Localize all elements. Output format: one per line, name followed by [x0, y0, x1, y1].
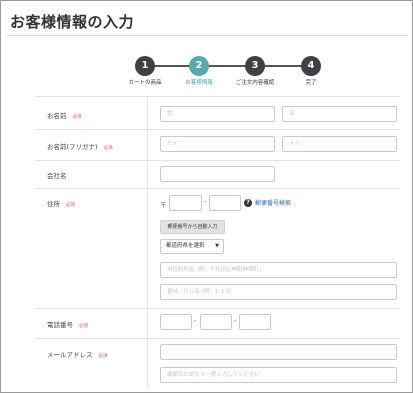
company-input[interactable] — [160, 166, 275, 182]
email-label: メールアドレス 必須 — [47, 351, 108, 359]
postal-autofill-button[interactable]: 郵便番号から自動入力 — [160, 220, 225, 234]
first-name-kana-input[interactable] — [282, 136, 397, 152]
row-divider — [35, 129, 399, 130]
step-4-circle: 4 — [301, 56, 321, 76]
order-form-page: お客様情報の入力 1 2 3 4 カートの商品 お客様情報 ご注文内容確認 完了… — [0, 0, 413, 393]
row-divider — [35, 160, 399, 161]
question-icon: ? — [244, 198, 252, 207]
phone-third-input[interactable] — [239, 314, 271, 330]
prefecture-select[interactable]: 都道府県を選択 ▼ — [160, 239, 224, 254]
row-divider — [35, 188, 399, 189]
email-input[interactable] — [160, 344, 397, 360]
prefecture-select-value: 都道府県を選択 — [166, 243, 205, 249]
last-name-kana-input[interactable] — [160, 136, 275, 152]
postal-mark: 〒 — [160, 201, 167, 209]
required-badge: 必須 — [98, 354, 108, 359]
phone-label: 電話番号 必須 — [47, 321, 88, 329]
step-4-label: 完了 — [305, 80, 317, 86]
email-confirm-input[interactable] — [160, 367, 397, 383]
step-1-label: カートの商品 — [128, 80, 162, 86]
step-2-circle: 2 — [189, 56, 209, 76]
kana-label: お名前(フリガナ) 必須 — [47, 143, 113, 151]
phone-first-input[interactable] — [160, 314, 192, 330]
required-badge: 必須 — [66, 203, 75, 208]
name-label: お名前 必須 — [47, 112, 82, 120]
label-column-divider — [147, 96, 148, 388]
row-divider — [35, 338, 399, 339]
row-divider — [35, 96, 399, 97]
phone-dash: - — [194, 317, 197, 325]
title-divider — [7, 35, 408, 36]
page-title: お客様情報の入力 — [10, 13, 135, 31]
row-divider — [35, 308, 399, 309]
postal-code-second-input[interactable] — [209, 195, 241, 211]
last-name-input[interactable] — [160, 106, 275, 122]
street-input[interactable] — [160, 284, 397, 300]
step-3-label: ご注文内容確認 — [235, 80, 275, 86]
phone-dash: - — [234, 317, 237, 325]
company-label: 会社名 — [47, 172, 67, 180]
phone-second-input[interactable] — [200, 314, 232, 330]
first-name-input[interactable] — [282, 106, 397, 122]
required-badge: 必須 — [72, 115, 82, 120]
required-badge: 必須 — [103, 146, 113, 151]
required-badge: 必須 — [79, 324, 88, 329]
postal-search-link[interactable]: ? 郵便番号検索 — [244, 198, 291, 207]
postal-dash: - — [204, 198, 207, 206]
city-input[interactable] — [160, 262, 397, 278]
step-1-circle: 1 — [135, 56, 155, 76]
postal-search-label: 郵便番号検索 — [255, 200, 292, 207]
address-label: 住所 必須 — [47, 200, 75, 208]
postal-code-first-input[interactable] — [169, 195, 202, 211]
step-3-circle: 3 — [245, 56, 265, 76]
step-2-label: お客様情報 — [185, 80, 213, 86]
chevron-down-icon: ▼ — [215, 243, 219, 249]
